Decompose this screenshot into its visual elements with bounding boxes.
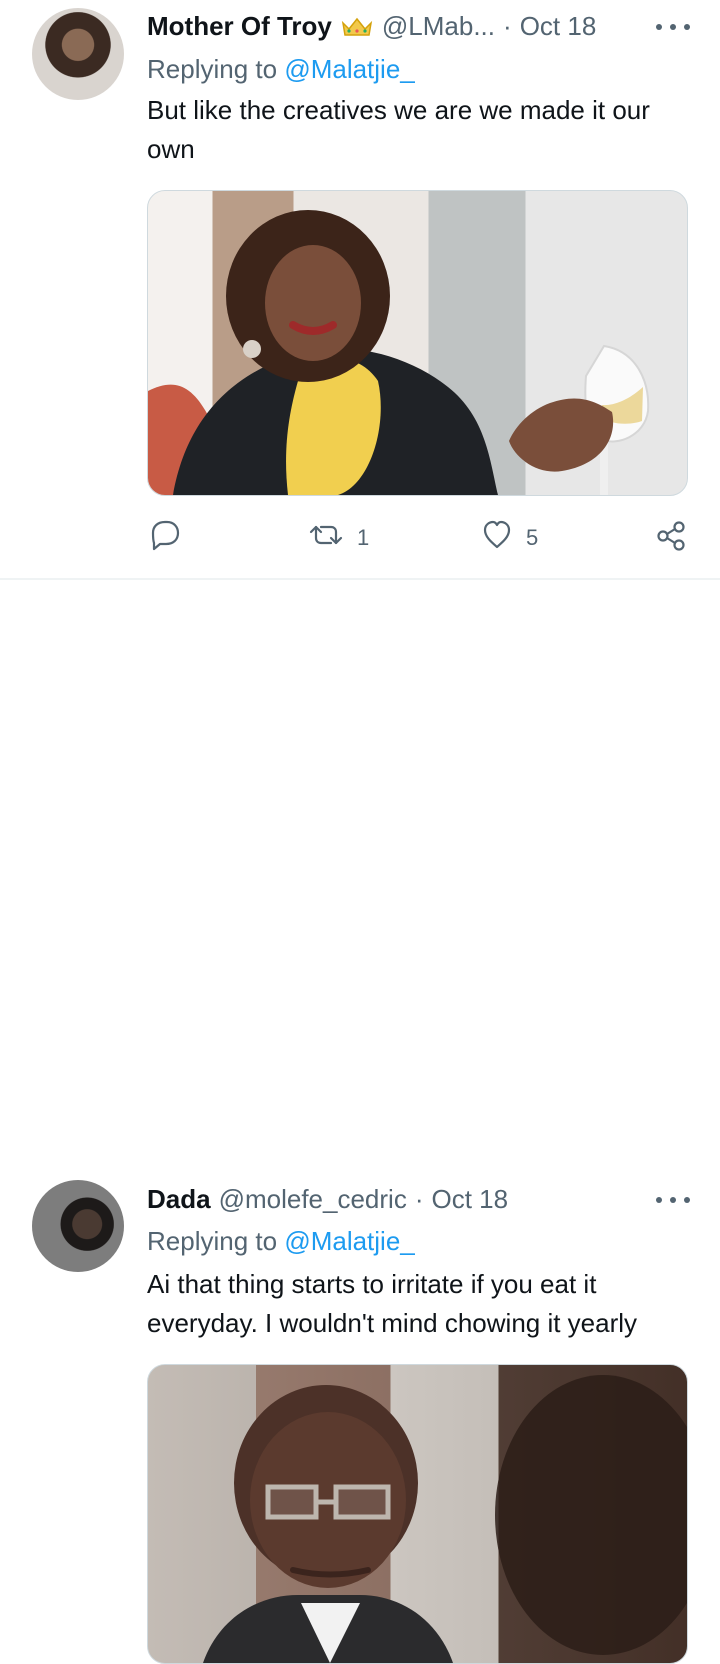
like-count: 5 bbox=[526, 525, 539, 550]
handle[interactable]: @LMab... bbox=[382, 11, 495, 42]
tweet-date[interactable]: Oct 18 bbox=[432, 1184, 509, 1215]
tweet-header: Mother Of Troy @LMab... · Oct 18 bbox=[147, 10, 656, 42]
mention-link[interactable]: @Malatjie_ bbox=[284, 1226, 414, 1256]
image-photo bbox=[148, 1365, 687, 1663]
tweet-text: But like the creatives we are we made it… bbox=[147, 95, 650, 164]
replying-prefix: Replying to bbox=[147, 1226, 285, 1256]
replying-to: Replying to @Malatjie_ bbox=[147, 1226, 415, 1257]
tweet-actions: 1 5 bbox=[147, 516, 687, 564]
replying-prefix: Replying to bbox=[147, 54, 285, 84]
retweet-icon bbox=[307, 518, 345, 558]
share-icon bbox=[654, 518, 688, 558]
avatar[interactable] bbox=[32, 8, 124, 100]
retweet-button[interactable]: 1 bbox=[307, 516, 369, 560]
tweet-image[interactable] bbox=[147, 1364, 688, 1664]
image-photo bbox=[148, 210, 650, 495]
tweet-1[interactable]: Mother Of Troy @LMab... · Oct 18 Replyin… bbox=[0, 0, 720, 578]
tweet-text: Ai that thing starts to irritate if you … bbox=[147, 1269, 638, 1338]
crown-icon bbox=[340, 13, 374, 36]
retweet-count: 1 bbox=[357, 525, 370, 550]
avatar[interactable] bbox=[32, 1180, 124, 1272]
like-icon bbox=[480, 518, 514, 558]
tweet-header: Dada @molefe_cedric · Oct 18 bbox=[147, 1183, 656, 1215]
like-button[interactable]: 5 bbox=[480, 516, 538, 560]
replying-to: Replying to @Malatjie_ bbox=[147, 54, 415, 85]
handle[interactable]: @molefe_cedric bbox=[219, 1184, 407, 1215]
display-name[interactable]: Mother Of Troy bbox=[147, 11, 332, 42]
mention-link[interactable]: @Malatjie_ bbox=[284, 54, 414, 84]
separator: · bbox=[503, 10, 512, 41]
reply-icon bbox=[147, 518, 181, 558]
share-button[interactable] bbox=[654, 516, 688, 560]
more-icon[interactable] bbox=[656, 19, 690, 35]
more-icon[interactable] bbox=[656, 1192, 690, 1208]
tweet-date[interactable]: Oct 18 bbox=[520, 11, 597, 42]
reply-button[interactable] bbox=[147, 516, 193, 560]
separator: · bbox=[414, 1183, 424, 1214]
tweet-image[interactable] bbox=[147, 190, 688, 496]
display-name[interactable]: Dada bbox=[147, 1184, 211, 1215]
tweet-2[interactable]: Dada @molefe_cedric · Oct 18 Replying to… bbox=[0, 578, 720, 1664]
